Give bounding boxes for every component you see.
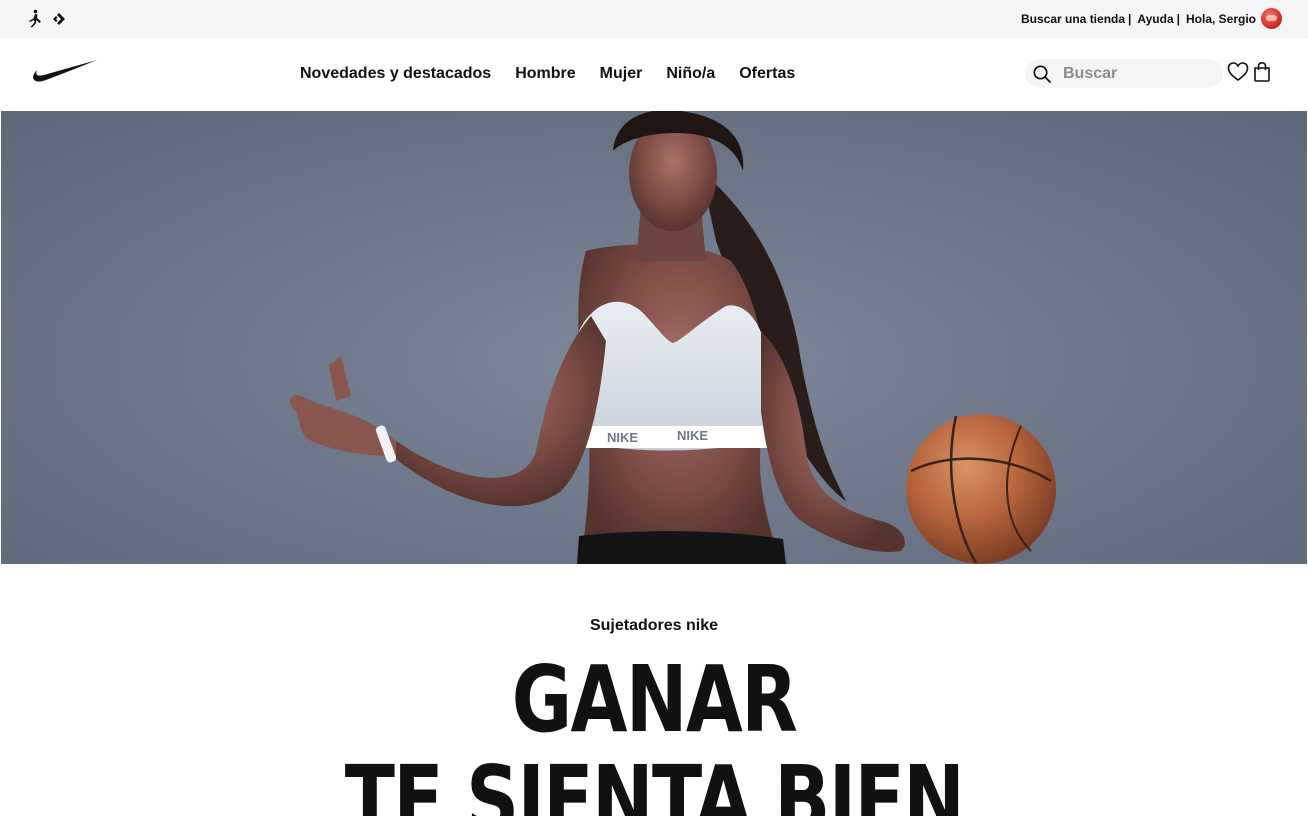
utility-links: Buscar una tienda | Ayuda | Hola, Sergio bbox=[1021, 8, 1282, 29]
nav-item-kids[interactable]: Niño/a bbox=[666, 65, 715, 83]
search-bar bbox=[1025, 59, 1223, 88]
bra-band-text: NIKE bbox=[607, 430, 638, 445]
heart-icon[interactable] bbox=[1226, 60, 1250, 84]
nav-item-sale[interactable]: Ofertas bbox=[739, 65, 795, 83]
separator: | bbox=[1128, 11, 1132, 26]
help-link[interactable]: Ayuda bbox=[1137, 12, 1173, 26]
main-header: Novedades y destacados Hombre Mujer Niño… bbox=[0, 38, 1308, 111]
nike-swoosh-icon[interactable] bbox=[32, 59, 98, 88]
account-greeting-link[interactable]: Hola, Sergio bbox=[1186, 12, 1256, 26]
nav-item-women[interactable]: Mujer bbox=[600, 65, 643, 83]
search-input[interactable] bbox=[1063, 64, 1213, 83]
shopping-bag-icon[interactable] bbox=[1250, 60, 1274, 84]
converse-chevron-icon[interactable] bbox=[50, 9, 70, 29]
jordan-jumpman-icon[interactable] bbox=[24, 9, 44, 29]
headline-line-2: TE SIENTA BIEN bbox=[344, 746, 965, 816]
promo-headline: GANAR TE SIENTA BIEN bbox=[131, 650, 1177, 816]
athlete-with-basketball-photo: NIKE NIKE bbox=[290, 111, 1056, 564]
hero-banner[interactable]: NIKE NIKE bbox=[1, 111, 1307, 564]
nav-item-men[interactable]: Hombre bbox=[515, 65, 575, 83]
store-locator-link[interactable]: Buscar una tienda bbox=[1021, 12, 1125, 26]
avatar[interactable] bbox=[1261, 8, 1282, 29]
nav-item-new-featured[interactable]: Novedades y destacados bbox=[300, 65, 491, 83]
promo-eyebrow: Sujetadores nike bbox=[589, 617, 719, 634]
headline-line-1: GANAR bbox=[511, 646, 798, 753]
svg-text:NIKE: NIKE bbox=[677, 428, 708, 443]
brand-icons bbox=[24, 9, 70, 29]
main-nav: Novedades y destacados Hombre Mujer Niño… bbox=[300, 65, 819, 83]
search-icon[interactable] bbox=[1025, 59, 1059, 88]
separator: | bbox=[1176, 11, 1180, 26]
utility-bar: Buscar una tienda | Ayuda | Hola, Sergio bbox=[0, 0, 1308, 38]
